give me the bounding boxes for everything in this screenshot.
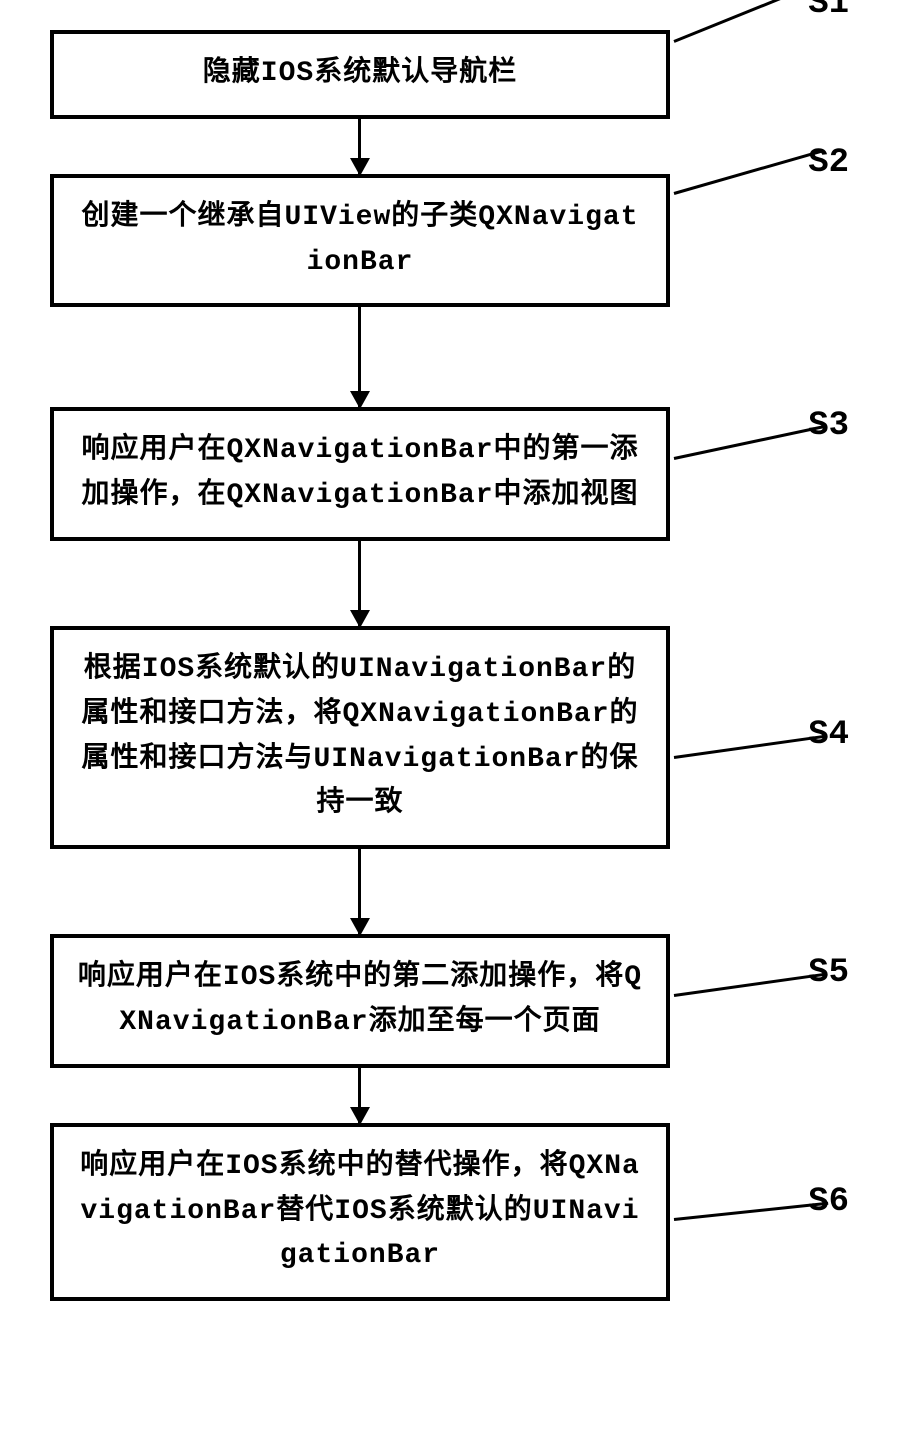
step-box-s3: 响应用户在QXNavigationBar中的第一添加操作，在QXNavigati… bbox=[50, 407, 670, 541]
step-box-s4: 根据IOS系统默认的UINavigationBar的属性和接口方法，将QXNav… bbox=[50, 626, 670, 849]
arrow-5 bbox=[358, 1068, 361, 1123]
arrow-1 bbox=[358, 119, 361, 174]
step-s2: 创建一个继承自UIView的子类QXNavigationBar S2 bbox=[50, 174, 849, 308]
step-label-s5: S5 bbox=[808, 954, 849, 992]
label-connector-s1 bbox=[673, 0, 818, 43]
step-label-s2: S2 bbox=[808, 144, 849, 182]
step-s5: 响应用户在IOS系统中的第二添加操作，将QXNavigationBar添加至每一… bbox=[50, 934, 849, 1068]
arrow-4 bbox=[358, 849, 361, 934]
label-connector-s4 bbox=[674, 734, 828, 759]
label-connector-s5 bbox=[674, 973, 828, 998]
step-label-s6: S6 bbox=[808, 1183, 849, 1221]
label-connector-s2 bbox=[674, 149, 824, 195]
step-s6: 响应用户在IOS系统中的替代操作，将QXNavigationBar替代IOS系统… bbox=[50, 1123, 849, 1301]
step-box-s6: 响应用户在IOS系统中的替代操作，将QXNavigationBar替代IOS系统… bbox=[50, 1123, 670, 1301]
step-label-s1: S1 bbox=[808, 0, 849, 23]
arrow-2 bbox=[358, 307, 361, 407]
label-connector-s6 bbox=[674, 1202, 828, 1221]
step-label-s3: S3 bbox=[808, 407, 849, 445]
arrow-3 bbox=[358, 541, 361, 626]
step-box-s1: 隐藏IOS系统默认导航栏 bbox=[50, 30, 670, 119]
step-s1: 隐藏IOS系统默认导航栏 S1 bbox=[50, 30, 849, 119]
step-label-s4: S4 bbox=[808, 716, 849, 754]
step-s4: 根据IOS系统默认的UINavigationBar的属性和接口方法，将QXNav… bbox=[50, 626, 849, 849]
flowchart-container: 隐藏IOS系统默认导航栏 S1 创建一个继承自UIView的子类QXNaviga… bbox=[0, 0, 899, 1331]
step-box-s2: 创建一个继承自UIView的子类QXNavigationBar bbox=[50, 174, 670, 308]
step-s3: 响应用户在QXNavigationBar中的第一添加操作，在QXNavigati… bbox=[50, 407, 849, 541]
step-box-s5: 响应用户在IOS系统中的第二添加操作，将QXNavigationBar添加至每一… bbox=[50, 934, 670, 1068]
label-connector-s3 bbox=[674, 425, 826, 460]
